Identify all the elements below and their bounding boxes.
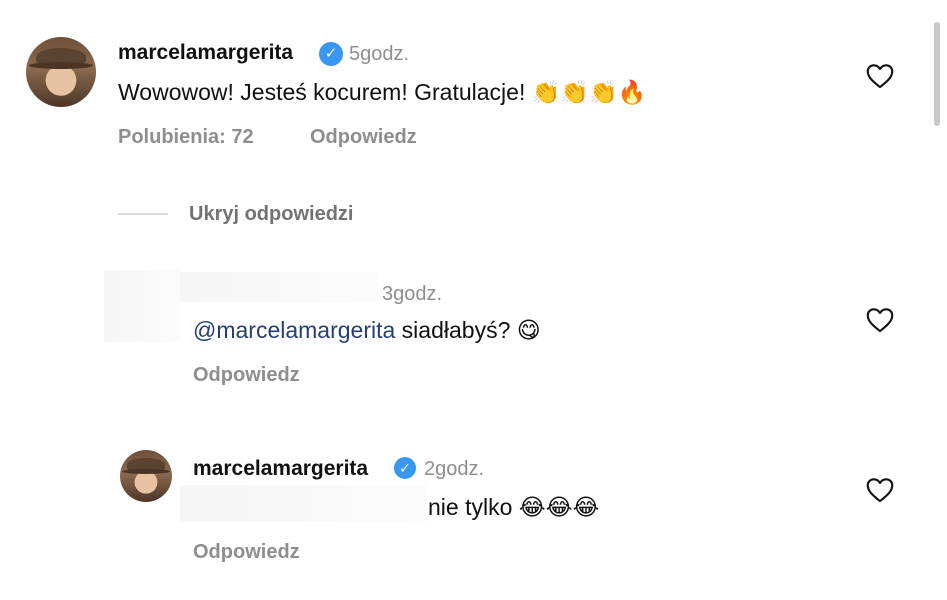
hide-replies-button[interactable]: Ukryj odpowiedzi [189,203,353,226]
reply1-emoji: 😋 [516,318,541,344]
verified-badge-icon: ✓ [319,42,343,66]
scrollbar[interactable] [934,22,940,126]
comment-emoji: 👏👏👏🔥 [531,80,647,106]
avatar-hat-brim [28,62,94,70]
avatar[interactable] [26,37,96,107]
avatar[interactable] [120,450,172,502]
reply1-text: @marcelamargerita siadłabyś? 😋 [193,317,541,344]
comment-text-body: Wowowow! Jesteś kocurem! Gratulacje! [118,79,526,105]
reply1-timestamp: 3godz. [382,283,443,305]
comment-username[interactable]: marcelamargerita [118,41,293,65]
redacted-avatar [104,270,180,342]
redacted-mention [180,485,426,522]
heart-outline-icon[interactable] [866,477,894,503]
avatar-hat-brim [122,468,170,474]
reply1-text-body: siadłabyś? [395,317,511,343]
heart-outline-icon[interactable] [866,307,894,333]
reply2-text-body: nie tylko [428,494,513,520]
hide-replies-divider [118,213,168,215]
reply2-username[interactable]: marcelamargerita [193,457,368,481]
reply-button[interactable]: Odpowiedz [310,126,417,149]
redacted-username [180,272,378,302]
reply2-text: nie tylko 😂😂😂 [428,494,599,521]
reply2-emoji: 😂😂😂 [518,495,600,521]
comments-panel: marcelamargerita ✓ 5godz. Wowowow! Jeste… [0,0,947,600]
reply2-reply-button[interactable]: Odpowiedz [193,541,300,564]
reply1-mention[interactable]: @marcelamargerita [193,317,395,343]
heart-outline-icon[interactable] [866,63,894,89]
verified-badge-icon: ✓ [394,457,416,479]
comment-timestamp: 5godz. [349,43,410,65]
reply2-timestamp: 2godz. [424,458,485,480]
likes-count[interactable]: Polubienia: 72 [118,126,254,149]
comment-text: Wowowow! Jesteś kocurem! Gratulacje! 👏👏👏… [118,79,646,106]
reply1-reply-button[interactable]: Odpowiedz [193,364,300,387]
